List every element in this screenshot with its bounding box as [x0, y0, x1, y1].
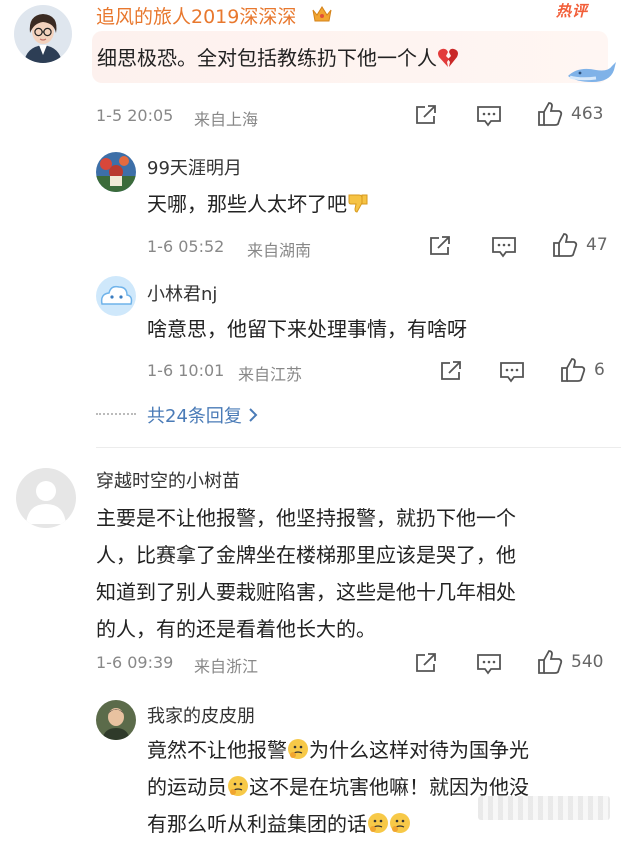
thinking-face-icon	[227, 773, 249, 807]
comment-text: 主要是不让他报警，他坚持报警，就扔下他一个 人，比赛拿了金牌坐在楼梯那里应该是哭…	[96, 500, 516, 648]
avatar[interactable]	[16, 468, 76, 528]
like-count: 463	[571, 104, 604, 124]
reply-text: 啥意思，他留下来处理事情，有啥呀	[147, 317, 467, 341]
reply-segment: 有那么听从利益集团的话	[147, 812, 367, 836]
more-replies-label: 共24条回复	[147, 406, 242, 427]
reply-line: 有那么听从利益集团的话	[147, 807, 529, 844]
reply-username[interactable]: 我家的皮皮朋	[147, 702, 255, 728]
reply-time: 1-6 05:52	[147, 237, 225, 256]
reply-location: 来自江苏	[238, 365, 303, 384]
reply-text: 竟然不让他报警 为什么这样对待为国争光 的运动员 这不是在坑害他嘛！就因为他没 有那…	[147, 733, 529, 844]
avatar[interactable]	[96, 700, 136, 740]
reply-segment: 的运动员	[147, 775, 227, 799]
reply-line: 的运动员 这不是在坑害他嘛！就因为他没	[147, 770, 529, 807]
comment-icon	[477, 106, 501, 127]
broken-heart-icon	[437, 48, 459, 73]
share-icon	[416, 105, 436, 124]
share-icon	[430, 236, 450, 255]
comment-line: 的人，有的还是看着他长大的。	[96, 617, 376, 641]
comment-username[interactable]: 穿越时空的小树苗	[96, 467, 240, 493]
thinking-face-icon	[287, 736, 309, 770]
comment-button[interactable]	[476, 652, 502, 680]
avatar[interactable]	[96, 276, 136, 316]
reply-text: 天哪，那些人太坏了吧	[147, 188, 369, 219]
share-button[interactable]	[414, 651, 438, 679]
comment-text: 细思极恐。全对包括教练扔下他一个人	[97, 42, 459, 73]
comment-button[interactable]	[476, 104, 502, 132]
comment-line: 主要是不让他报警，他坚持报警，就扔下他一个	[96, 506, 516, 530]
comment-location: 来自上海	[194, 110, 259, 129]
like-count: 6	[594, 360, 605, 380]
comment-location: 来自浙江	[194, 657, 259, 676]
share-button[interactable]	[414, 103, 438, 131]
avatar[interactable]	[96, 152, 136, 192]
like-icon	[538, 650, 563, 674]
blurred-watermark	[478, 796, 610, 820]
like-button[interactable]: 540	[537, 649, 603, 675]
comment-icon	[477, 654, 501, 675]
comment-button[interactable]	[491, 235, 517, 263]
dotted-line	[96, 413, 136, 415]
like-button[interactable]: 47	[552, 232, 608, 258]
comment-icon	[500, 362, 524, 383]
avatar[interactable]	[14, 5, 72, 63]
reply-username[interactable]: 99天涯明月	[147, 154, 242, 180]
chevron-right-icon	[249, 408, 258, 422]
share-button[interactable]	[439, 359, 463, 387]
thumbs-down-icon	[347, 192, 369, 219]
comment-button[interactable]	[499, 360, 525, 388]
like-icon	[553, 233, 578, 257]
like-button[interactable]: 6	[560, 357, 605, 383]
share-icon	[416, 653, 436, 672]
thinking-face-icon	[389, 810, 411, 844]
like-button[interactable]: 463	[537, 101, 603, 127]
reply-segment: 为什么这样对待为国争光	[309, 738, 529, 762]
reply-location: 来自湖南	[247, 241, 312, 260]
like-icon	[561, 358, 586, 382]
comment-line: 人，比赛拿了金牌坐在楼梯那里应该是哭了，他	[96, 543, 516, 567]
like-count: 540	[571, 652, 604, 672]
reply-text-content: 天哪，那些人太坏了吧	[147, 192, 347, 216]
comment-icon	[492, 237, 516, 258]
reply-time: 1-6 10:01	[147, 361, 225, 380]
crown-icon	[311, 4, 333, 28]
badge-label: 热评	[556, 2, 589, 20]
comment-username[interactable]: 追风的旅人2019深深深	[96, 2, 296, 29]
share-button[interactable]	[428, 234, 452, 262]
reply-username[interactable]: 小林君nj	[147, 280, 217, 306]
like-count: 47	[586, 235, 608, 255]
comment-text-content: 细思极恐。全对包括教练扔下他一个人	[97, 46, 437, 70]
more-replies-link[interactable]: 共24条回复	[147, 402, 258, 428]
comment-time: 1-5 20:05	[96, 106, 174, 125]
comment-line: 知道到了别人要栽赃陷害，这些是他十几年相处	[96, 580, 516, 604]
whale-icon	[566, 56, 618, 92]
share-icon	[441, 361, 461, 380]
hot-comment-badge: 热评	[556, 0, 604, 22]
comment-time: 1-6 09:39	[96, 653, 174, 672]
like-icon	[538, 102, 563, 126]
comment-divider	[96, 447, 621, 448]
reply-segment: 竟然不让他报警	[147, 738, 287, 762]
thinking-face-icon	[367, 810, 389, 844]
reply-line: 竟然不让他报警 为什么这样对待为国争光	[147, 733, 529, 770]
